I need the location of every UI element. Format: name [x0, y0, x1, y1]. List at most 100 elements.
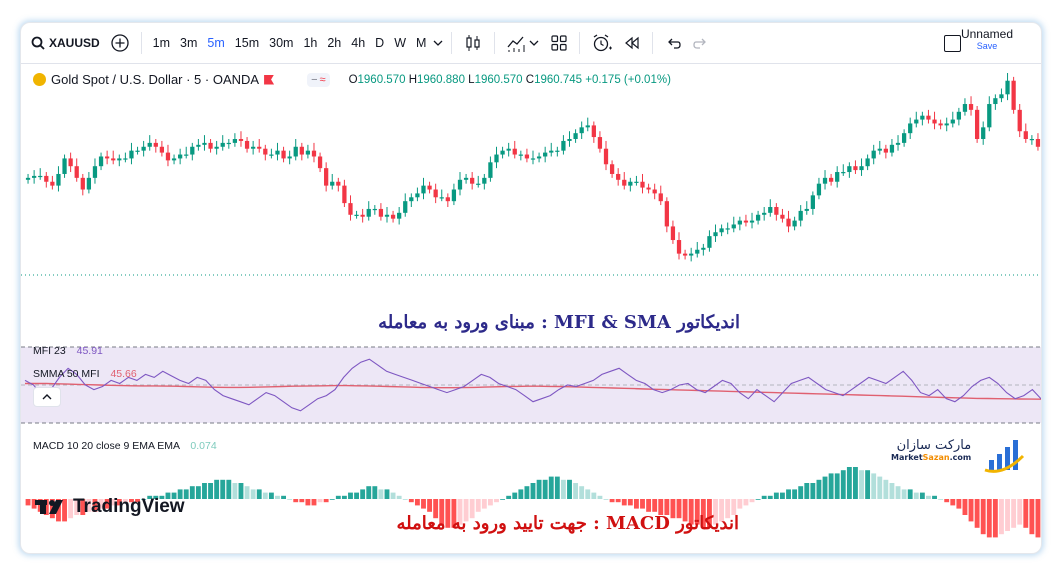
macd-bar	[986, 499, 992, 538]
candle	[640, 173, 645, 194]
indicators-button[interactable]	[501, 23, 545, 63]
candle	[135, 146, 140, 155]
candle	[105, 150, 110, 165]
timeframe-1m[interactable]: 1m	[148, 36, 175, 50]
candle	[597, 131, 603, 153]
alert-button[interactable]	[586, 23, 618, 63]
mfi-pane[interactable]	[21, 337, 1041, 431]
timeframe-2h[interactable]: 2h	[322, 36, 346, 50]
layout-name-label: Unnamed	[960, 27, 1013, 41]
timeframe-group: 1m 3m 5m 15m 30m 1h 2h 4h D W M	[148, 23, 446, 63]
redo-icon	[693, 38, 707, 49]
candle	[822, 170, 828, 190]
macd-bar	[646, 499, 652, 512]
candle	[342, 179, 347, 207]
macd-bar	[999, 499, 1004, 535]
macd-bar	[627, 499, 633, 506]
candle	[287, 150, 292, 165]
candle	[755, 210, 761, 225]
macd-bar	[299, 499, 305, 503]
timeframe-3m[interactable]: 3m	[175, 36, 202, 50]
collapse-button[interactable]	[33, 387, 61, 407]
layout-name[interactable]: Unnamed Save	[961, 27, 1013, 51]
candle	[695, 241, 700, 258]
macd-bar	[548, 476, 554, 499]
candle	[591, 121, 596, 143]
candle	[86, 172, 92, 194]
candle	[232, 133, 238, 147]
candle	[828, 173, 834, 186]
candle	[512, 140, 517, 159]
candle	[251, 140, 256, 155]
candle	[80, 173, 85, 196]
macd-bar	[567, 479, 572, 499]
candle	[409, 193, 414, 207]
candle	[968, 96, 974, 116]
macd-bar	[506, 495, 512, 499]
macd-bar	[354, 492, 360, 499]
macd-bar	[396, 495, 402, 499]
candle	[1023, 123, 1028, 143]
candle	[117, 154, 122, 167]
macd-bar	[609, 499, 615, 503]
timeframe-1h[interactable]: 1h	[298, 36, 322, 50]
macd-bar	[530, 483, 536, 499]
candle	[397, 207, 402, 225]
top-toolbar: XAUUSD 1m 3m 5m 15m 30m 1h 2h 4h D W M U…	[21, 23, 1041, 64]
brand-en-part2: Sazan	[922, 453, 950, 462]
macd-caption: اندیکاتور MACD : جهت تایید ورود به معامل…	[396, 513, 739, 534]
fullscreen-checkbox[interactable]	[944, 35, 961, 52]
candle	[378, 203, 384, 221]
macd-bar	[913, 492, 919, 499]
candle	[171, 154, 177, 165]
rewind-icon	[625, 36, 640, 50]
candle	[634, 175, 639, 186]
macd-bar	[877, 476, 883, 499]
candle	[317, 152, 323, 173]
save-button[interactable]: Save	[961, 41, 1013, 51]
chart-frame: XAUUSD 1m 3m 5m 15m 30m 1h 2h 4h D W M U…	[20, 22, 1042, 554]
candle	[889, 139, 895, 157]
symbol-search[interactable]: XAUUSD	[21, 23, 105, 63]
timeframe-w[interactable]: W	[389, 36, 411, 50]
undo-button[interactable]	[659, 23, 687, 63]
mfi-caption: اندیکاتور MFI & SMA : مبنای ورود به معام…	[378, 312, 740, 333]
timeframe-d[interactable]: D	[370, 36, 389, 50]
macd-bar	[597, 495, 603, 499]
candle	[993, 94, 998, 110]
candle	[111, 150, 116, 165]
alarm-clock-icon	[594, 34, 613, 52]
candle	[725, 222, 730, 235]
timeframe-5m[interactable]: 5m	[202, 36, 229, 50]
macd-bar	[816, 479, 822, 499]
timeframe-4h[interactable]: 4h	[346, 36, 370, 50]
redo-button[interactable]	[687, 23, 715, 63]
layouts-button[interactable]	[545, 23, 573, 63]
candle	[299, 142, 304, 161]
search-icon	[31, 36, 45, 50]
macd-bar	[494, 499, 499, 503]
candle	[670, 220, 676, 244]
macd-bar	[743, 499, 749, 506]
chevron-down-icon[interactable]	[431, 36, 445, 50]
candle	[536, 152, 542, 163]
compare-button[interactable]	[105, 23, 135, 63]
candle	[719, 224, 724, 237]
timeframe-15m[interactable]: 15m	[230, 36, 264, 50]
price-chart[interactable]	[21, 63, 1041, 303]
candle	[439, 189, 444, 202]
macd-bar	[761, 495, 767, 499]
candle	[530, 150, 536, 165]
timeframe-m[interactable]: M	[411, 36, 431, 50]
macd-bar	[992, 499, 998, 538]
candle	[609, 160, 615, 178]
candle	[932, 111, 937, 130]
candle	[682, 249, 688, 260]
candle	[257, 139, 262, 153]
replay-button[interactable]	[618, 23, 646, 63]
macd-bar	[293, 499, 299, 503]
chart-type-button[interactable]	[458, 23, 488, 63]
candle	[1029, 135, 1035, 145]
smma-legend: SMMA 50 MFI 45.66	[33, 368, 137, 380]
timeframe-30m[interactable]: 30m	[264, 36, 298, 50]
